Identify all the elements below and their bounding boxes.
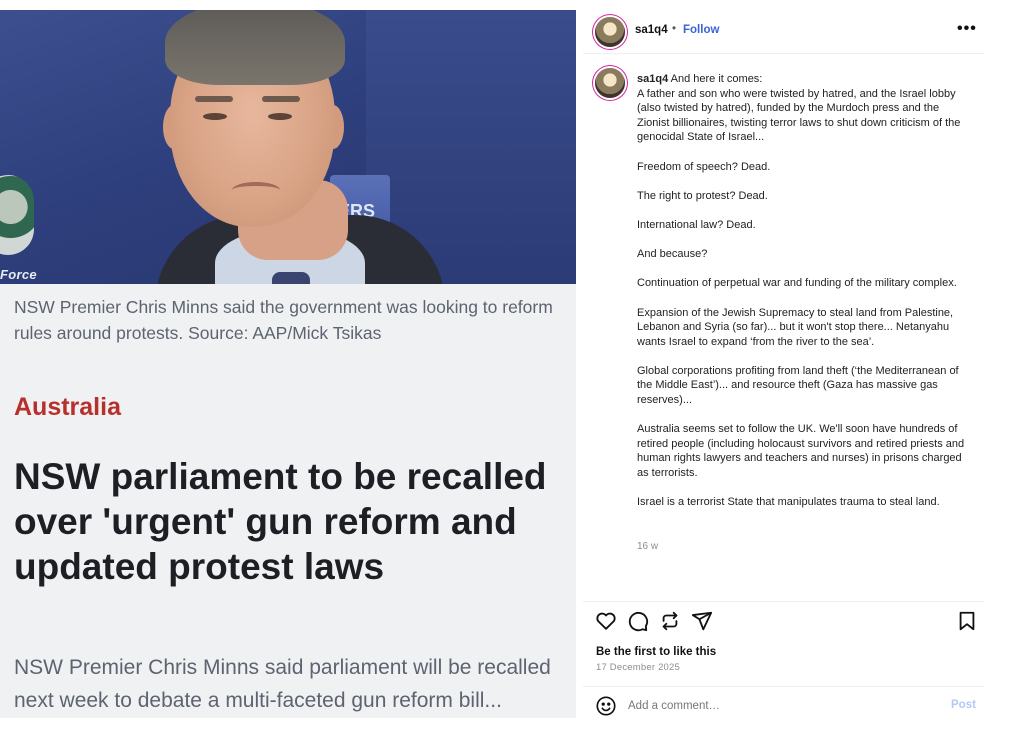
article-headline[interactable]: NSW parliament to be recalled over 'urge…: [14, 454, 564, 589]
caption-paragraph: Global corporations profiting from land …: [637, 364, 959, 407]
left-eye: [203, 113, 227, 120]
caption-paragraph: Australia seems set to follow the UK. We…: [637, 423, 965, 480]
police-emblem: [0, 175, 34, 255]
post-date: 17 December 2025: [596, 662, 681, 673]
photo-backdrop-text: Force: [0, 267, 37, 282]
share-icon[interactable]: [691, 610, 713, 632]
tie: [272, 272, 310, 284]
caption-paragraph: And because?: [637, 248, 708, 261]
caption-paragraph: A father and son who were twisted by hat…: [637, 87, 961, 144]
caption-paragraph: Israel is a terrorist State that manipul…: [637, 496, 940, 509]
avatar[interactable]: [595, 17, 625, 47]
caption-area: sa1q4 And here it comes: A father and so…: [583, 54, 984, 602]
comment-input[interactable]: [628, 697, 928, 715]
article-photo: Force ERS 000: [0, 10, 576, 284]
likes-text: Be the first to like this: [596, 646, 717, 658]
article-category[interactable]: Australia: [14, 393, 121, 422]
caption-paragraph: Expansion of the Jewish Supremacy to ste…: [637, 306, 954, 348]
hair: [165, 10, 345, 85]
article-lede: NSW Premier Chris Minns said parliament …: [14, 656, 551, 712]
caption-paragraph: The right to protest? Dead.: [637, 189, 768, 202]
post-panel: sa1q4 • Follow ••• sa1q4 And here it com…: [583, 10, 984, 718]
comment-icon[interactable]: [627, 610, 649, 632]
bookmark-icon[interactable]: [956, 610, 978, 632]
more-options-icon[interactable]: •••: [957, 20, 977, 38]
photo-caption: NSW Premier Chris Minns said the governm…: [14, 297, 553, 343]
caption-intro: And here it comes:: [670, 73, 763, 85]
mouth: [232, 182, 280, 198]
right-brow: [262, 96, 300, 102]
post-username[interactable]: sa1q4: [635, 24, 668, 36]
action-bar: [583, 610, 984, 634]
caption-username[interactable]: sa1q4: [637, 73, 668, 85]
right-eye: [268, 113, 292, 120]
separator-dot: •: [672, 23, 677, 35]
caption-avatar[interactable]: [595, 68, 625, 98]
post-time-ago[interactable]: 16 w: [637, 541, 658, 552]
caption-paragraph: International law? Dead.: [637, 218, 756, 231]
left-brow: [195, 96, 233, 102]
post-comment-button[interactable]: Post: [951, 699, 976, 711]
caption-text: sa1q4 And here it comes: A father and so…: [637, 72, 972, 510]
emoji-icon[interactable]: [595, 695, 617, 717]
heart-icon[interactable]: [595, 610, 617, 632]
follow-button[interactable]: Follow: [683, 24, 719, 36]
caption-paragraph: Continuation of perpetual war and fundin…: [637, 277, 957, 290]
post-header: sa1q4 • Follow •••: [583, 10, 984, 54]
comment-bar: Post: [583, 686, 984, 718]
caption-paragraph: Freedom of speech? Dead.: [637, 160, 771, 173]
article-panel: Force ERS 000 NSW Premier Chris Minns sa…: [0, 10, 576, 718]
repost-icon[interactable]: [659, 610, 681, 632]
